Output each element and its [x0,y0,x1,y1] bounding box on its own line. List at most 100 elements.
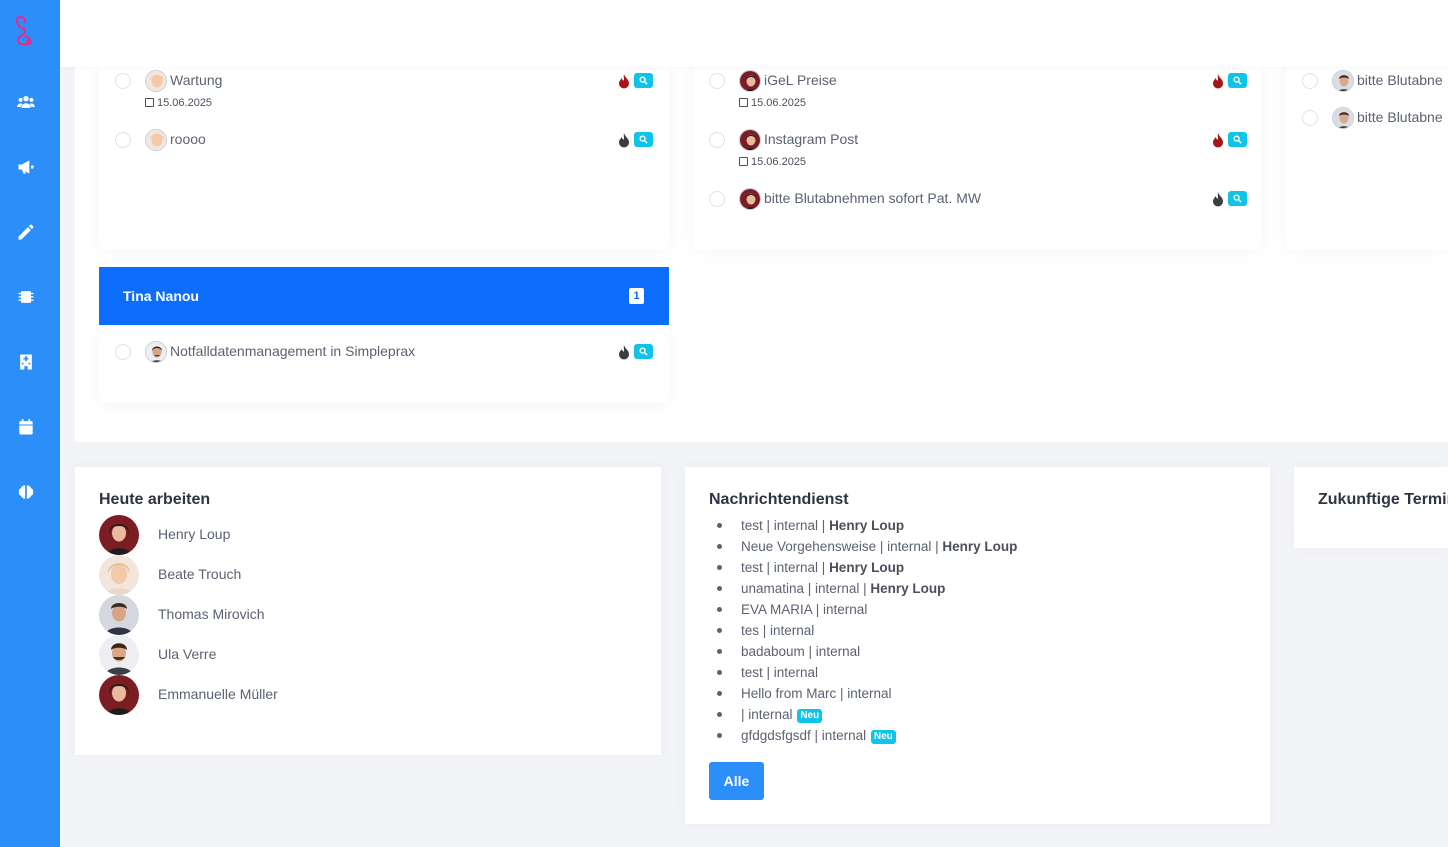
search-icon[interactable] [1228,191,1247,206]
hospital-icon[interactable] [15,351,37,373]
task-date: 15.06.2025 [739,97,806,109]
pencil-icon[interactable] [15,221,37,243]
news-item[interactable]: badaboum | internal [717,641,1017,662]
avatar [99,515,139,555]
card-title: Zukunftige Termin [1318,491,1448,508]
task-item[interactable]: Wartung 15.06.2025 [115,70,655,110]
task-checkbox[interactable] [115,73,131,89]
task-item[interactable]: bitte Blutabnehmen sofort Pat. MW [709,188,1249,212]
sidebar [0,0,60,847]
task-item[interactable]: Instagram Post 15.06.2025 [709,129,1249,169]
avatar [1332,70,1354,92]
avatar [739,129,761,151]
flame-icon [1213,74,1223,89]
chip-icon[interactable] [15,286,37,308]
task-item[interactable]: iGeL Preise 15.06.2025 [709,70,1249,110]
avatar [99,675,139,715]
stethoscope-logo-icon[interactable] [14,14,36,48]
task-item[interactable]: bitte Blutabne [1302,70,1448,94]
task-title[interactable]: bitte Blutabne [1357,109,1443,125]
avatar [145,129,167,151]
task-title[interactable]: iGeL Preise [764,72,837,88]
users-icon[interactable] [15,91,37,113]
avatar [99,595,139,635]
task-item[interactable]: Notfalldatenmanagement in Simpleprax [115,341,655,365]
search-icon[interactable] [1228,132,1247,147]
employee-name: Ula Verre [158,646,217,662]
task-checkbox[interactable] [709,132,725,148]
task-date: 15.06.2025 [739,156,806,168]
news-item[interactable]: test | internal | Henry Loup [717,557,1017,578]
employee-name: Beate Trouch [158,566,242,582]
news-item[interactable]: tes | internal [717,620,1017,641]
task-checkbox[interactable] [115,132,131,148]
news-item[interactable]: Hello from Marc | internal [717,683,1017,704]
calendar-icon [739,98,748,107]
task-checkbox[interactable] [1302,73,1318,89]
employee-row[interactable]: Thomas Mirovich [99,595,399,635]
task-title[interactable]: Notfalldatenmanagement in Simpleprax [170,343,415,359]
news-card: Nachrichtendienst test | internal | Henr… [685,467,1270,824]
brain-icon[interactable] [15,481,37,503]
card-title: Nachrichtendienst [709,491,849,508]
search-icon[interactable] [634,344,653,359]
task-title[interactable]: bitte Blutabnehmen sofort Pat. MW [764,190,981,206]
task-column-1: Wartung 15.06.2025 roooo [99,60,669,250]
future-appointments-card: Zukunftige Termin [1294,467,1448,548]
avatar [739,188,761,210]
employee-row[interactable]: Beate Trouch [99,555,399,595]
group-count-badge: 1 [629,288,644,304]
search-icon[interactable] [634,132,653,147]
calendar-icon [145,98,154,107]
task-item[interactable]: roooo [115,129,655,153]
task-title[interactable]: Instagram Post [764,131,858,147]
task-column-2: iGeL Preise 15.06.2025 Instagram Post 15… [693,60,1261,250]
group-name: Tina Nanou [123,288,199,304]
news-item[interactable]: test | internal | Henry Loup [717,515,1017,536]
search-icon[interactable] [634,73,653,88]
flame-icon [1213,133,1223,148]
avatar [99,555,139,595]
avatar [1332,107,1354,129]
flame-icon [619,133,629,148]
group-header[interactable]: Tina Nanou 1 [99,267,669,325]
card-title: Heute arbeiten [99,491,211,508]
employee-row[interactable]: Ula Verre [99,635,399,675]
new-badge: Neu [870,730,896,744]
news-list: test | internal | Henry Loup Neue Vorgeh… [717,515,1017,746]
calendar-icon [739,157,748,166]
task-checkbox[interactable] [709,73,725,89]
flame-icon [1213,192,1223,207]
avatar [145,341,167,363]
task-title[interactable]: roooo [170,131,206,147]
top-bar [60,0,1448,67]
employee-row[interactable]: Emmanuelle Müller [99,675,399,715]
search-icon[interactable] [1228,73,1247,88]
flame-icon [619,345,629,360]
news-item[interactable]: gfdgdsfgsdf | internal Neu [717,725,1017,746]
flame-icon [619,74,629,89]
task-date: 15.06.2025 [145,97,212,109]
employee-row[interactable]: Henry Loup [99,515,399,555]
employee-name: Henry Loup [158,526,231,542]
task-title[interactable]: Wartung [170,72,222,88]
megaphone-icon[interactable] [15,156,37,178]
news-item[interactable]: Neue Vorgehensweise | internal | Henry L… [717,536,1017,557]
news-item[interactable]: EVA MARIA | internal [717,599,1017,620]
task-checkbox[interactable] [709,191,725,207]
group-task-list: Notfalldatenmanagement in Simpleprax [99,325,669,403]
task-checkbox[interactable] [115,344,131,360]
employee-name: Thomas Mirovich [158,606,265,622]
task-column-3: bitte Blutabne bitte Blutabne [1286,60,1448,250]
task-title[interactable]: bitte Blutabne [1357,72,1443,88]
news-item[interactable]: | internal Neu [717,704,1017,725]
avatar [145,70,167,92]
all-messages-button[interactable]: Alle [709,762,764,800]
new-badge: Neu [797,709,823,723]
calendar-icon[interactable] [15,416,37,438]
news-item[interactable]: test | internal [717,662,1017,683]
avatar [99,635,139,675]
task-checkbox[interactable] [1302,110,1318,126]
news-item[interactable]: unamatina | internal | Henry Loup [717,578,1017,599]
task-item[interactable]: bitte Blutabne [1302,107,1448,131]
